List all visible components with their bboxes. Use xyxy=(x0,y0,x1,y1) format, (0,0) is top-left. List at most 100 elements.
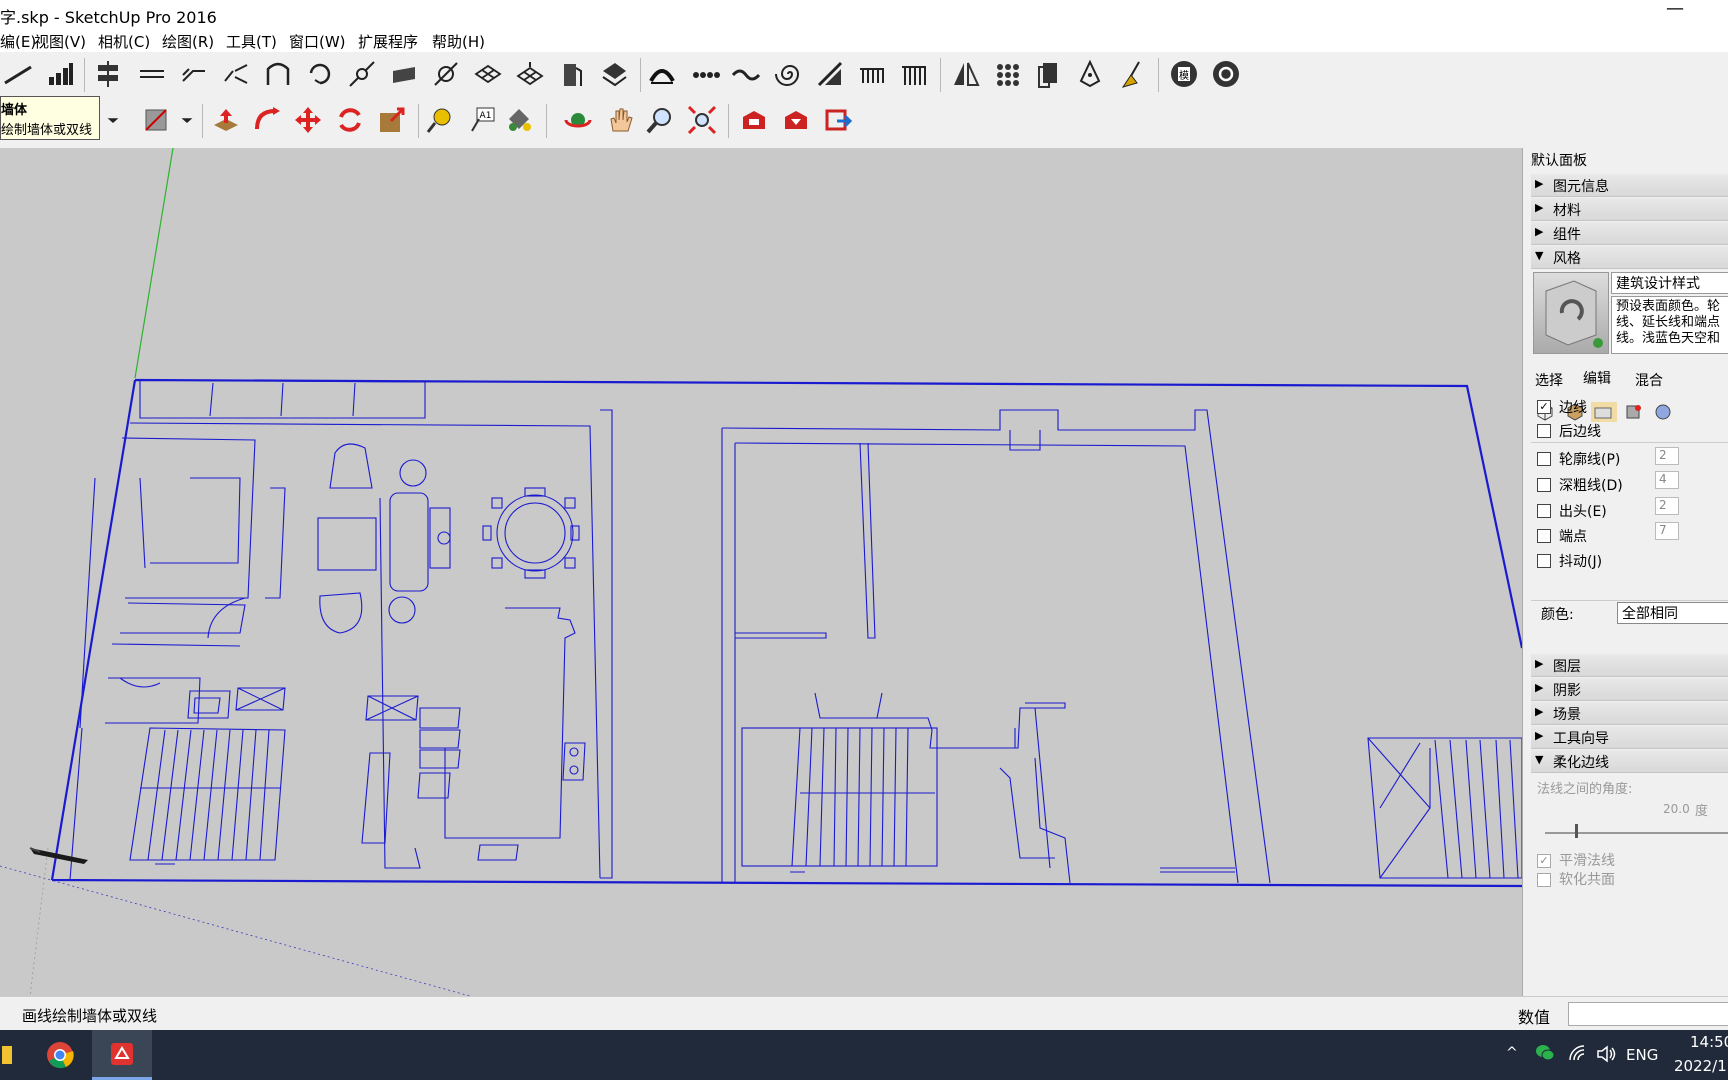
broom-icon[interactable] xyxy=(1114,56,1150,92)
follow-me-icon[interactable] xyxy=(250,102,286,138)
extension-input[interactable]: 2 xyxy=(1655,497,1679,515)
endpoints-checkbox[interactable] xyxy=(1537,529,1551,543)
soften-coplanar-checkbox[interactable] xyxy=(1537,873,1551,887)
smooth-normals-checkbox[interactable]: ✓ xyxy=(1537,854,1551,868)
tape-measure-icon[interactable] xyxy=(422,102,458,138)
menu-camera[interactable]: 相机(C) xyxy=(98,31,150,52)
extension-checkbox[interactable] xyxy=(1537,504,1551,518)
rotate-icon[interactable] xyxy=(332,102,368,138)
dots-line-icon[interactable] xyxy=(688,56,724,92)
balustrade-icon[interactable] xyxy=(896,56,932,92)
section-components[interactable]: ▶ 组件 xyxy=(1531,222,1728,245)
zoom-icon[interactable] xyxy=(642,102,678,138)
menu-edit[interactable]: 编(E) xyxy=(0,31,36,52)
text-tool-icon[interactable]: A1 xyxy=(464,102,500,138)
scale-icon[interactable] xyxy=(374,102,410,138)
watermark-settings-icon[interactable] xyxy=(1623,402,1643,422)
menu-help[interactable]: 帮助(H) xyxy=(432,31,485,52)
angle-slider-thumb[interactable] xyxy=(1575,824,1578,838)
wave-icon[interactable] xyxy=(728,56,764,92)
join-icon[interactable] xyxy=(344,56,380,92)
profiles-checkbox[interactable] xyxy=(1537,452,1551,466)
copy-icon[interactable] xyxy=(1032,56,1068,92)
chrome-icon[interactable] xyxy=(38,1030,82,1080)
edge-color-select[interactable]: 全部相同 xyxy=(1617,602,1728,624)
section-materials[interactable]: ▶ 材料 xyxy=(1531,198,1728,221)
split-wall-icon[interactable] xyxy=(218,56,254,92)
clock-time[interactable]: 14:50 xyxy=(1690,1033,1728,1051)
chevron-down-icon[interactable] xyxy=(104,102,122,138)
jitter-checkbox[interactable] xyxy=(1537,554,1551,568)
minimize-button[interactable]: — xyxy=(1660,0,1690,19)
push-pull-icon[interactable] xyxy=(208,102,244,138)
model-icon[interactable]: 模 xyxy=(1166,56,1202,92)
tab-edit[interactable]: 编辑 xyxy=(1583,368,1611,388)
depth-cue-input[interactable]: 4 xyxy=(1655,471,1679,489)
style-description[interactable]: 预设表面颜色。轮 线、延长线和端点 线。浅蓝色天空和 xyxy=(1611,296,1728,354)
roof-icon[interactable] xyxy=(596,56,632,92)
section-scenes[interactable]: ▶ 场景 xyxy=(1531,702,1728,725)
zoom-extents-icon[interactable] xyxy=(684,102,720,138)
move-icon[interactable] xyxy=(290,102,326,138)
rotate-wall-icon[interactable] xyxy=(302,56,338,92)
depth-cue-checkbox[interactable] xyxy=(1537,478,1551,492)
menu-view[interactable]: 视图(V) xyxy=(34,31,86,52)
profiles-width-input[interactable]: 2 xyxy=(1655,447,1679,465)
arc-wall-icon[interactable] xyxy=(644,56,680,92)
section-styles[interactable]: ▼ 风格 xyxy=(1531,246,1728,269)
offset-wall-icon[interactable] xyxy=(176,56,212,92)
pen-icon[interactable] xyxy=(1072,56,1108,92)
pan-hand-icon[interactable] xyxy=(602,102,638,138)
section-shadows[interactable]: ▶ 阴影 xyxy=(1531,678,1728,701)
menu-tools[interactable]: 工具(T) xyxy=(226,31,277,52)
language-indicator[interactable]: ENG xyxy=(1626,1046,1658,1064)
menu-window[interactable]: 窗口(W) xyxy=(289,31,346,52)
column-icon[interactable] xyxy=(428,56,464,92)
angle-slider-track[interactable] xyxy=(1545,832,1728,834)
section-instructor[interactable]: ▶ 工具向导 xyxy=(1531,726,1728,749)
section-soften-edges[interactable]: ▼ 柔化边线 xyxy=(1531,750,1728,773)
share-model-icon[interactable] xyxy=(778,102,814,138)
menu-draw[interactable]: 绘图(R) xyxy=(162,31,214,52)
file-explorer-icon[interactable] xyxy=(0,1030,14,1080)
extension-warehouse-icon[interactable] xyxy=(820,102,856,138)
drawing-viewport[interactable] xyxy=(0,148,1522,996)
tab-mix[interactable]: 混合 xyxy=(1635,370,1663,390)
chevron-down-icon-2[interactable] xyxy=(178,102,196,138)
warehouse-icon[interactable] xyxy=(736,102,772,138)
mirror-icon[interactable] xyxy=(948,56,984,92)
stairs-line-icon[interactable] xyxy=(0,56,36,92)
back-edges-checkbox[interactable] xyxy=(1537,424,1551,438)
array-icon[interactable] xyxy=(990,56,1026,92)
cut-icon[interactable] xyxy=(812,56,848,92)
double-line-icon[interactable] xyxy=(134,56,170,92)
orbit-icon[interactable] xyxy=(560,102,596,138)
modeling-settings-icon[interactable] xyxy=(1653,402,1673,422)
tab-select[interactable]: 选择 xyxy=(1535,370,1563,390)
bars-icon[interactable] xyxy=(42,56,78,92)
floor-icon[interactable] xyxy=(470,56,506,92)
tiles-icon[interactable] xyxy=(512,56,548,92)
refresh-icon[interactable] xyxy=(1208,56,1244,92)
endpoints-input[interactable]: 7 xyxy=(1655,522,1679,540)
eraser-square-icon[interactable] xyxy=(138,102,174,138)
style-name-field[interactable]: 建筑设计样式 xyxy=(1611,272,1728,294)
measurements-input[interactable] xyxy=(1568,1002,1728,1026)
chevron-up-icon[interactable]: ^ xyxy=(1506,1045,1518,1061)
paint-bucket-icon[interactable] xyxy=(500,102,536,138)
background-settings-icon[interactable] xyxy=(1591,402,1617,422)
menu-extensions[interactable]: 扩展程序 xyxy=(358,31,418,52)
door-icon[interactable] xyxy=(554,56,590,92)
section-layers[interactable]: ▶ 图层 xyxy=(1531,654,1728,677)
railing-icon[interactable] xyxy=(854,56,890,92)
sketchup-taskbar-icon[interactable] xyxy=(92,1030,152,1080)
clock-date[interactable]: 2022/1 xyxy=(1674,1057,1727,1075)
wechat-icon[interactable] xyxy=(1534,1042,1556,1068)
slab-icon[interactable] xyxy=(386,56,422,92)
wall-tool-icon[interactable] xyxy=(90,56,126,92)
style-thumbnail[interactable] xyxy=(1533,272,1609,354)
spiral-icon[interactable] xyxy=(770,56,806,92)
network-icon[interactable] xyxy=(1568,1044,1588,1068)
volume-icon[interactable] xyxy=(1596,1044,1618,1068)
section-entity-info[interactable]: ▶ 图元信息 xyxy=(1531,174,1728,197)
